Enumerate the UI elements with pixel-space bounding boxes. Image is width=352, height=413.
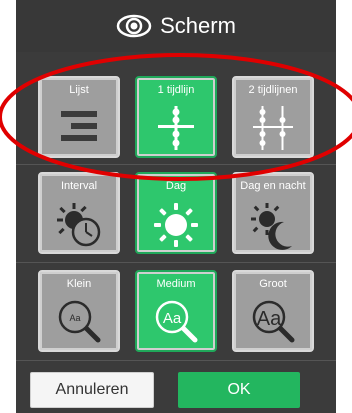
sun-clock-icon [57,203,101,247]
option-medium[interactable]: Medium Aa [135,270,217,352]
option-label: 2 tijdlijnen [248,84,298,96]
option-label: Groot [259,278,287,290]
size-group: Klein Aa Medium Aa Groot Aa [16,270,336,360]
option-label: 1 tijdlijn [157,84,195,96]
option-label: Interval [60,180,98,192]
magnifier-text: Aa [69,313,80,323]
option-label: Klein [66,278,92,290]
option-lijst[interactable]: Lijst [38,76,120,158]
dialog-title: Scherm [160,13,236,38]
divider [16,262,336,263]
magnifier-text: Aa [257,308,282,330]
divider [16,360,336,361]
layout-group: Lijst 1 tijdlijn 2 tijdlijnen [16,76,336,166]
magnifier-small-icon: Aa [58,300,101,343]
sun-icon [154,203,198,247]
cancel-button[interactable]: Annuleren [30,372,154,408]
option-label: Dag [165,180,187,192]
option-klein[interactable]: Klein Aa [38,270,120,352]
magnifier-text: Aa [163,310,182,327]
option-label: Medium [156,278,196,290]
display-settings-dialog: Scherm Lijst 1 tijdlijn 2 tijdlijnen Int… [16,0,336,413]
option-1-tijdlijn[interactable]: 1 tijdlijn [135,76,217,158]
magnifier-large-icon: Aa [252,300,295,343]
option-label: Dag en nacht [240,180,306,192]
dialog-header: Scherm [16,0,336,52]
option-label: Lijst [69,84,89,96]
one-timeline-icon [158,106,194,150]
sun-moon-icon [251,203,292,250]
two-timelines-icon [253,106,293,150]
eye-icon [116,14,152,38]
period-group: Interval Dag Dag en nacht [16,172,336,262]
option-interval[interactable]: Interval [38,172,120,254]
option-dag-en-nacht[interactable]: Dag en nacht [232,172,314,254]
ok-button[interactable]: OK [178,372,300,408]
option-groot[interactable]: Groot Aa [232,270,314,352]
magnifier-medium-icon: Aa [155,300,198,343]
option-2-tijdlijnen[interactable]: 2 tijdlijnen [232,76,314,158]
divider [16,164,336,165]
option-dag[interactable]: Dag [135,172,217,254]
list-icon [61,111,97,141]
